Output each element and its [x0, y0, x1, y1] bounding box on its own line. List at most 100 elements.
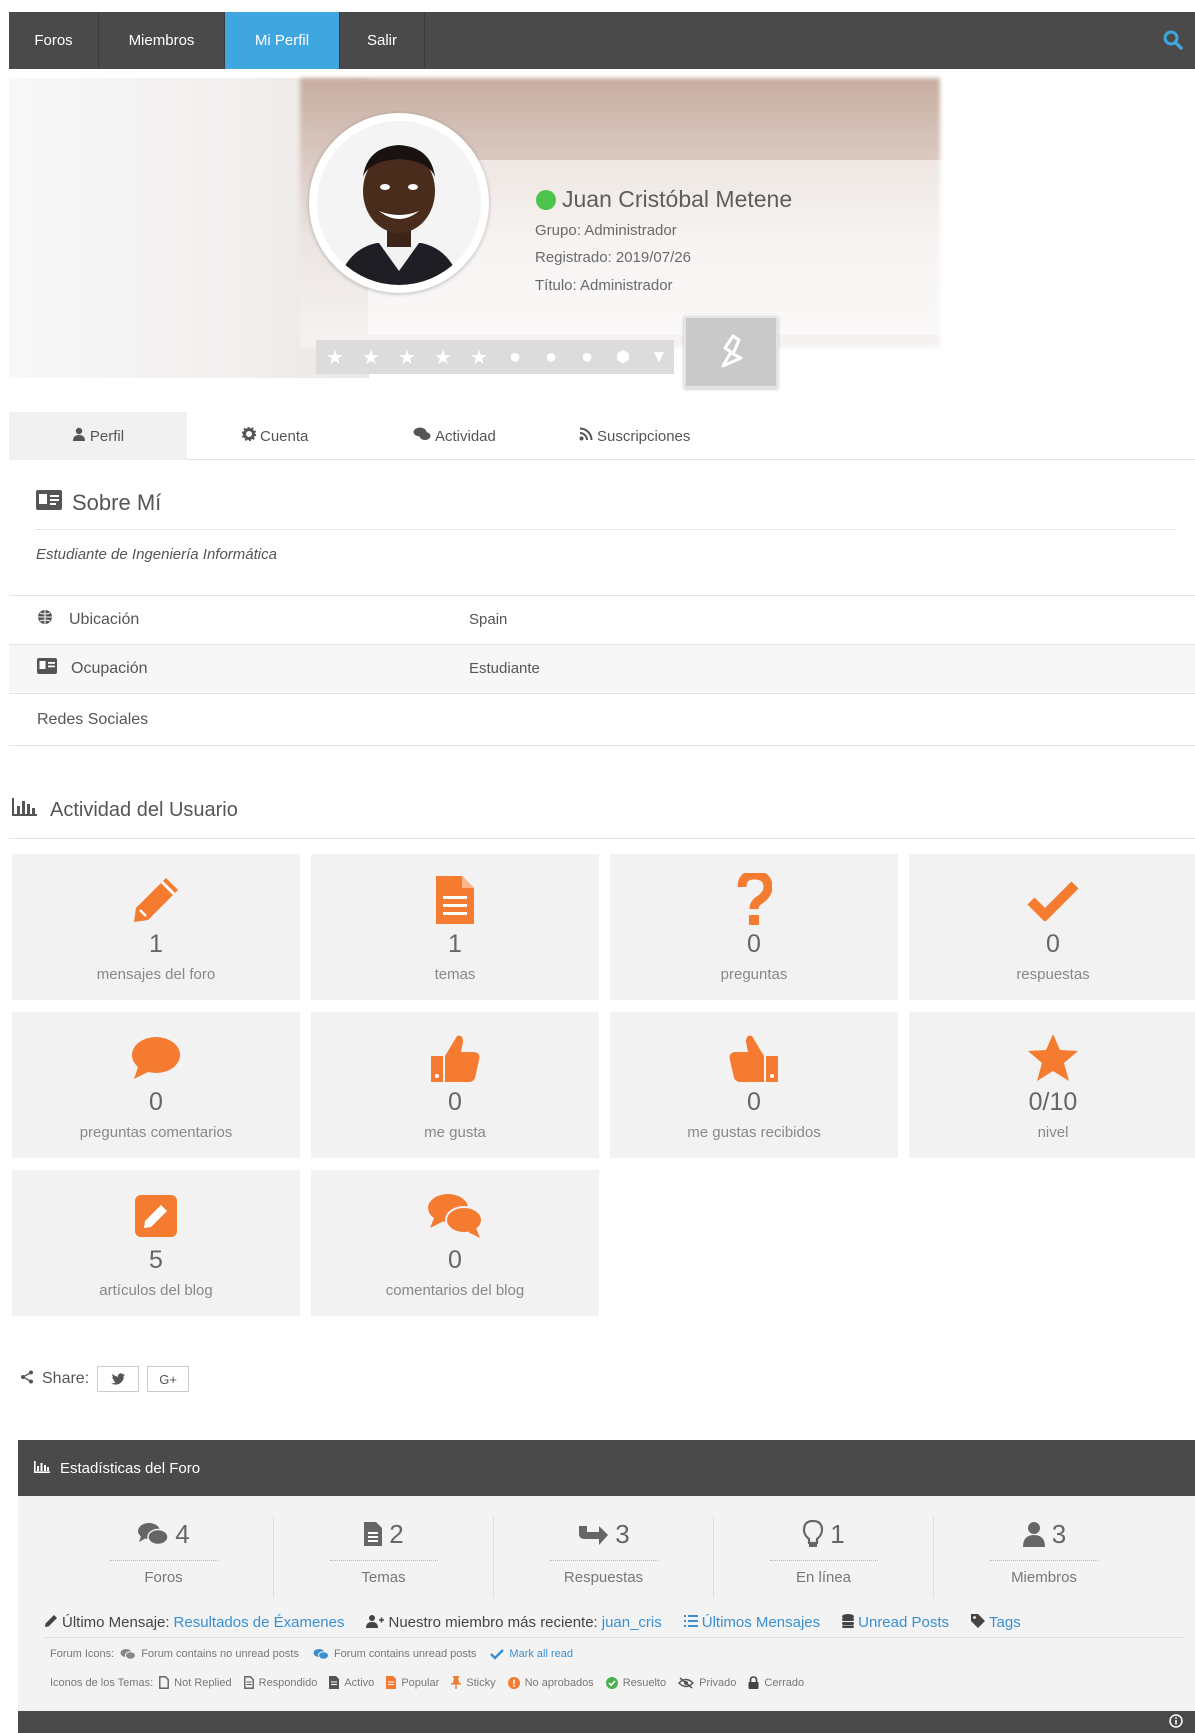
google-plus-icon: G+ — [159, 1371, 177, 1387]
comments-icon — [413, 427, 431, 445]
rss-icon — [579, 427, 593, 445]
document-icon — [436, 876, 474, 924]
gear-icon — [241, 426, 257, 445]
check-icon — [1027, 881, 1079, 921]
stat-answers: 0 respuestas — [909, 854, 1195, 1000]
tab-cuenta[interactable]: Cuenta — [241, 412, 308, 460]
profile-tabs: Perfil Cuenta Actividad Suscripciones — [9, 412, 1195, 460]
forum-stat-label: Miembros — [990, 1560, 1098, 1586]
globe-icon — [37, 609, 53, 630]
divider — [36, 529, 1176, 530]
pin-icon — [451, 1676, 462, 1689]
about-heading: Sobre Mí — [36, 490, 161, 516]
stat-label: preguntas — [720, 966, 788, 983]
shield-icon: ⬢ — [616, 349, 630, 366]
thumbs-up-icon — [431, 1035, 480, 1082]
about-text: Estudiante de Ingeniería Informática — [36, 546, 277, 563]
occupation-value: Estudiante — [469, 660, 540, 677]
forum-stat-value: 1 — [830, 1518, 845, 1549]
stat-likes-received: 0 me gustas recibidos — [610, 1012, 898, 1158]
forum-stat-temas: 2 Temas — [274, 1516, 494, 1598]
mark-all-read-link[interactable]: Mark all read — [509, 1648, 573, 1660]
forum-stat-value: 3 — [615, 1518, 630, 1549]
twitter-button[interactable] — [97, 1366, 140, 1392]
legend-not-replied: Not Replied — [174, 1676, 232, 1689]
about-title-text: Sobre Mí — [72, 490, 162, 515]
online-status-icon — [536, 189, 556, 210]
nav-mi-perfil[interactable]: Mi Perfil — [225, 12, 340, 69]
google-plus-button[interactable]: G+ — [147, 1366, 190, 1392]
activity-title-text: Actividad del Usuario — [50, 798, 238, 821]
forum-stat-label: Foros — [109, 1560, 218, 1586]
stat-questions: 0 preguntas — [610, 854, 898, 1000]
search-icon[interactable] — [1161, 28, 1185, 52]
star-icon: ★ — [398, 346, 416, 369]
forum-icons-legend: Forum Icons: Forum contains no unread po… — [50, 1648, 573, 1660]
tab-suscripciones[interactable]: Suscripciones — [579, 412, 690, 460]
forum-stats-summary: Último Mensaje: Resultados de Éxamenes N… — [44, 1608, 1184, 1638]
twitter-icon — [111, 1373, 126, 1385]
avatar[interactable] — [309, 113, 489, 293]
stat-forum-posts: 1 mensajes del foro — [12, 854, 300, 1000]
stat-value: 0 — [149, 1088, 163, 1116]
star-icon: ★ — [434, 346, 452, 369]
trophy-icon: ▼ — [650, 347, 668, 366]
legend-replied: Respondido — [258, 1676, 318, 1689]
file-text-icon — [386, 1676, 397, 1689]
nav-foros[interactable]: Foros — [9, 12, 99, 69]
info-row-social: Redes Sociales — [9, 693, 1195, 746]
newest-member-link[interactable]: juan_cris — [602, 1614, 662, 1631]
legend-active: Activo — [344, 1676, 375, 1689]
tags-link[interactable]: Tags — [989, 1614, 1021, 1631]
circle-icon: ● — [508, 345, 522, 368]
stat-value: 0 — [747, 1088, 761, 1116]
legend-no-unread: Forum contains no unread posts — [141, 1648, 299, 1660]
tab-actividad[interactable]: Actividad — [413, 412, 496, 460]
footer-bar — [18, 1711, 1195, 1733]
stat-label: comentarios del blog — [385, 1282, 525, 1299]
check-circle-icon — [605, 1676, 618, 1689]
stat-value: 0 — [448, 1088, 462, 1116]
user-icon — [72, 427, 86, 445]
stat-blog-articles: 5 artículos del blog — [12, 1170, 300, 1316]
eye-slash-icon — [678, 1676, 695, 1689]
stat-label: artículos del blog — [99, 1282, 213, 1299]
latest-posts-link[interactable]: Últimos Mensajes — [702, 1614, 820, 1631]
occupation-label-text: Ocupación — [71, 659, 148, 677]
tab-perfil[interactable]: Perfil — [9, 412, 187, 460]
tab-suscripciones-label: Suscripciones — [597, 427, 691, 445]
nav-miembros[interactable]: Miembros — [99, 12, 225, 69]
stat-topics: 1 temas — [311, 854, 599, 1000]
share-icon — [20, 1370, 34, 1389]
comments-icon — [313, 1649, 329, 1660]
question-icon — [737, 873, 772, 925]
comments-icon — [120, 1649, 137, 1660]
stat-label: respuestas — [1016, 966, 1090, 983]
info-icon[interactable] — [1169, 1714, 1183, 1731]
stat-value: 1 — [448, 930, 462, 958]
reply-icon — [579, 1526, 609, 1545]
tag-icon — [971, 1613, 986, 1632]
forum-icons-label: Forum Icons: — [50, 1648, 115, 1660]
unread-posts-link[interactable]: Unread Posts — [858, 1614, 949, 1631]
forum-stat-foros: 4 Foros — [54, 1516, 274, 1598]
star-icon: ★ — [326, 346, 344, 369]
forum-stat-value: 3 — [1051, 1518, 1067, 1549]
nav-salir[interactable]: Salir — [340, 12, 425, 69]
location-value: Spain — [469, 611, 508, 628]
profile-name-text: Juan Cristóbal Metene — [562, 186, 793, 212]
user-icon — [1022, 1522, 1045, 1547]
forum-stat-value: 4 — [175, 1518, 190, 1549]
occupation-label: Ocupación — [37, 658, 148, 679]
user-plus-icon — [366, 1614, 385, 1632]
forum-stat-value: 2 — [389, 1518, 404, 1549]
info-row-occupation: Ocupación Estudiante — [9, 644, 1195, 692]
stat-value: 0 — [747, 930, 761, 958]
tab-actividad-label: Actividad — [435, 427, 496, 445]
topic-icons-legend: Iconos de los Temas: Not Replied Respond… — [50, 1676, 804, 1689]
legend-sticky: Sticky — [466, 1676, 496, 1689]
star-icon: ★ — [470, 346, 488, 369]
top-navbar: Foros Miembros Mi Perfil Salir — [9, 12, 1195, 69]
legend-closed: Cerrado — [764, 1676, 805, 1689]
last-post-link[interactable]: Resultados de Éxamenes — [174, 1614, 345, 1631]
